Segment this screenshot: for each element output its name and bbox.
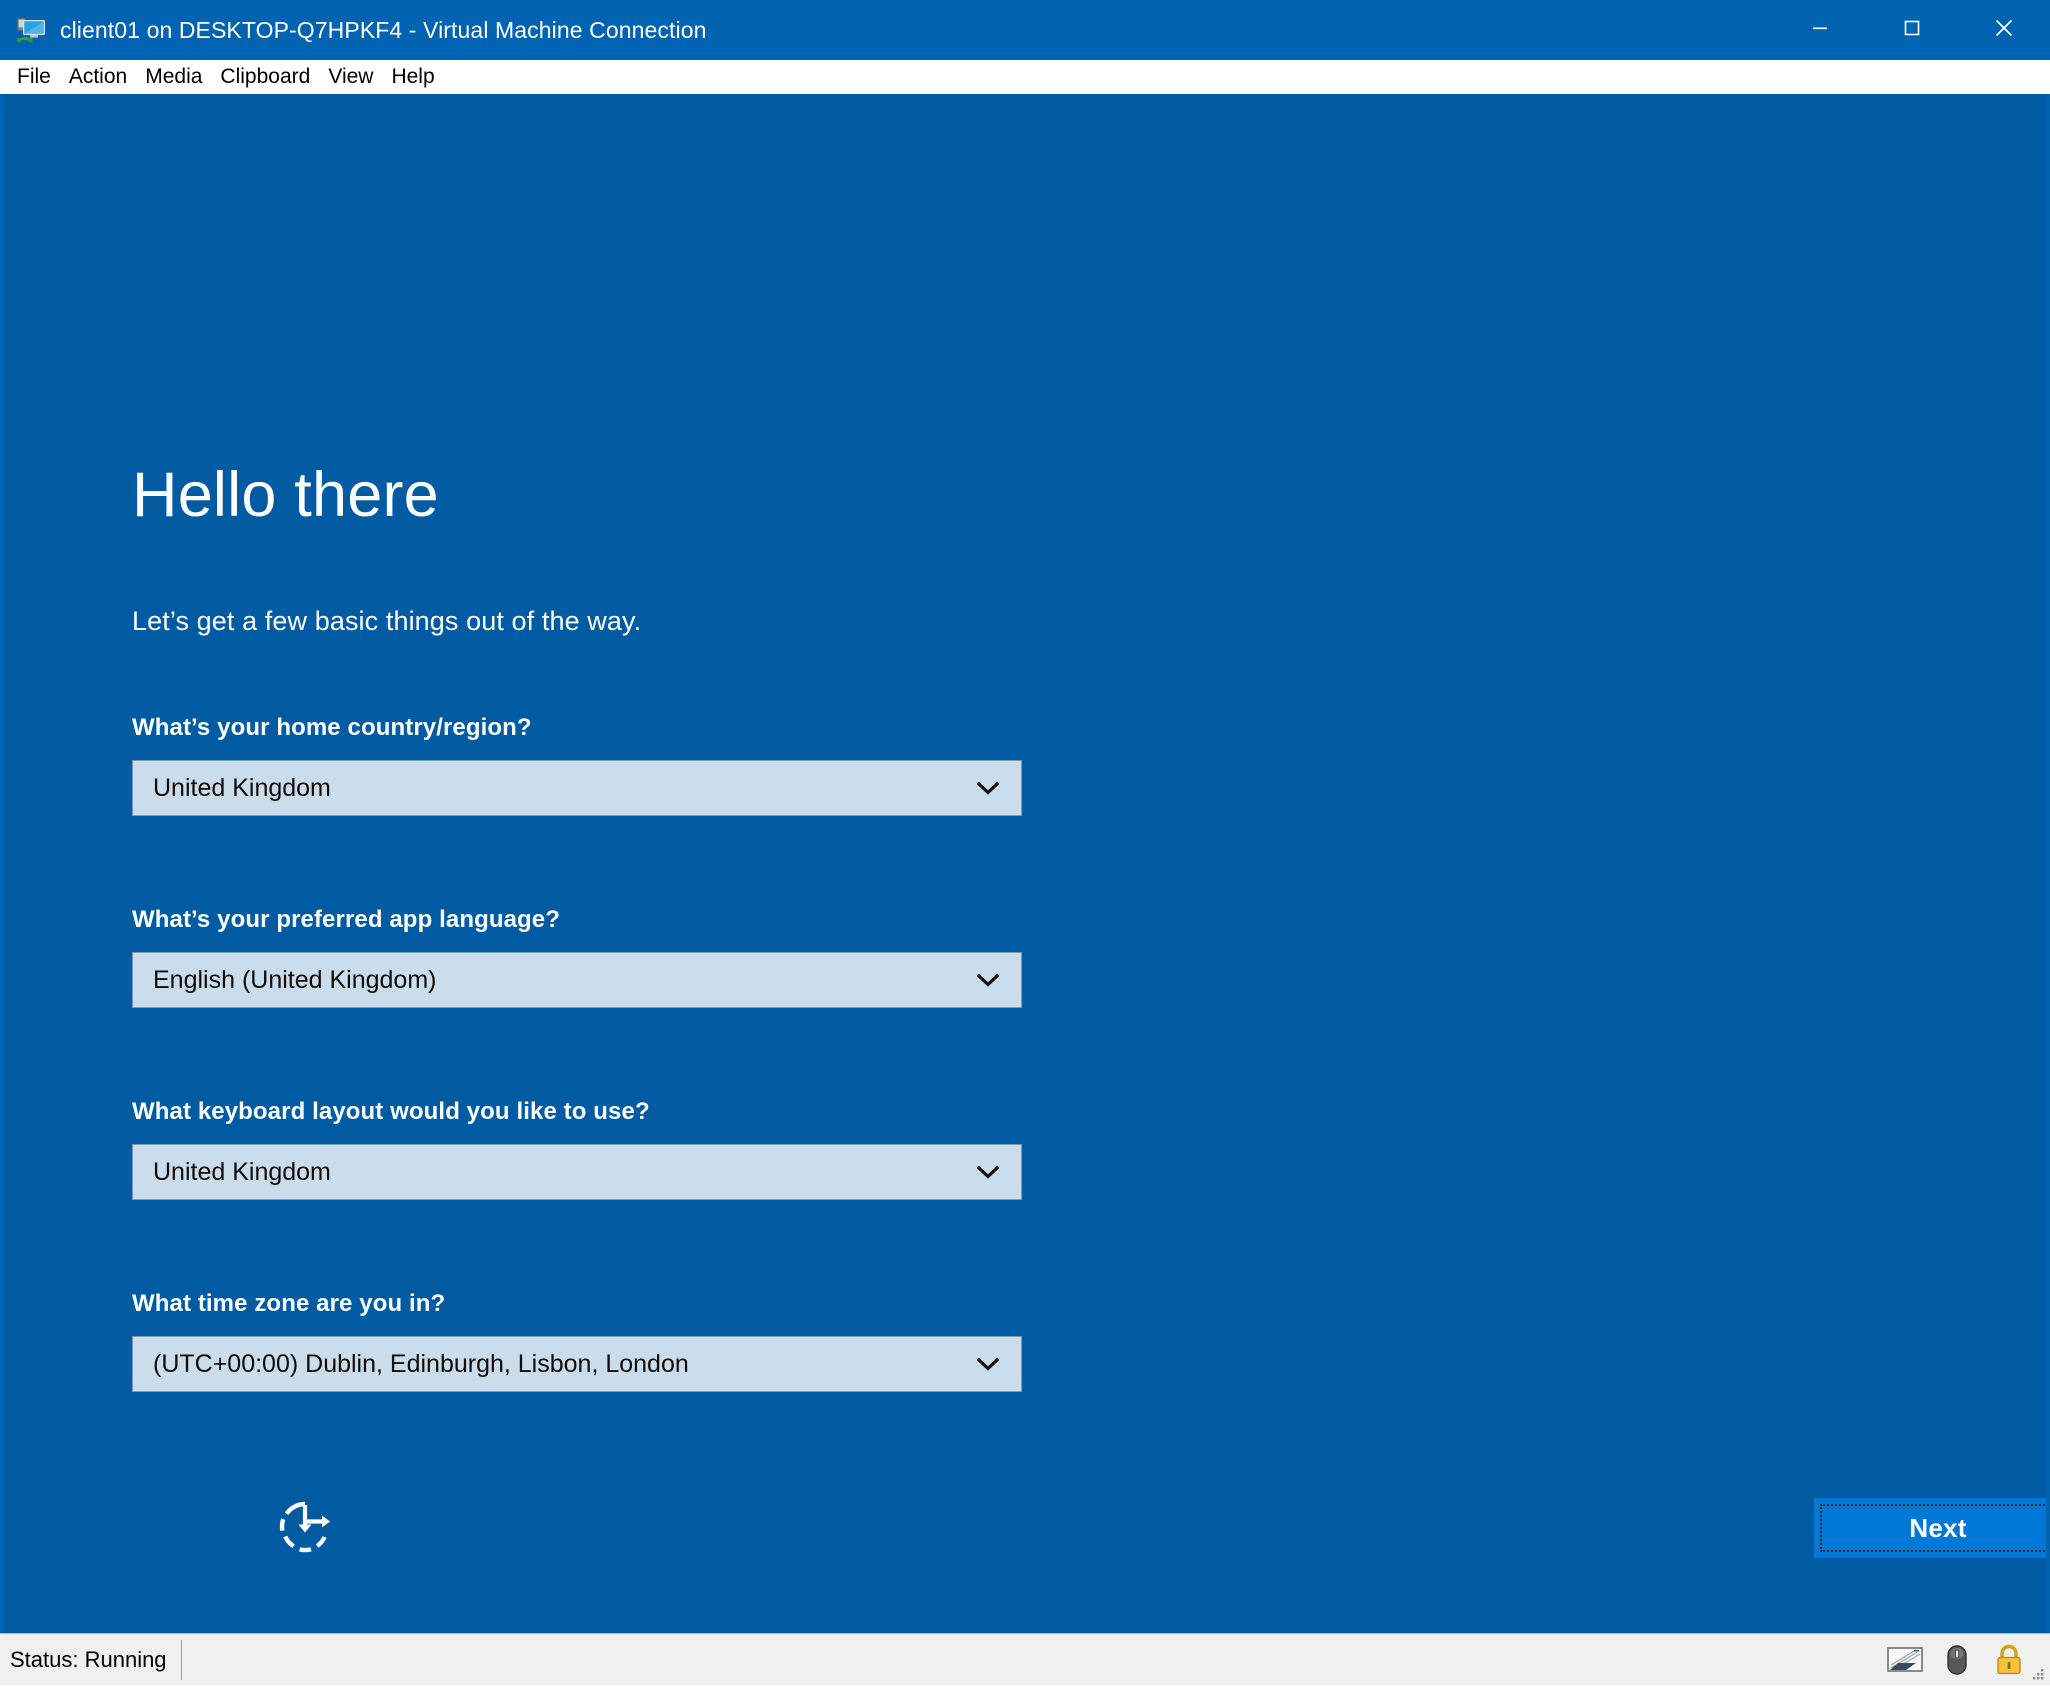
mouse-capture-icon[interactable] (1938, 1643, 1976, 1677)
menu-item-clipboard[interactable]: Clipboard (211, 63, 319, 91)
maximize-button[interactable] (1866, 0, 1958, 60)
chevron-down-icon (977, 1357, 999, 1371)
minimize-icon (1808, 16, 1832, 45)
chevron-down-icon (977, 973, 999, 987)
menu-item-file[interactable]: File (8, 63, 60, 91)
maximize-icon (1900, 16, 1924, 45)
keyboard-layout-value: United Kingdom (153, 1158, 331, 1187)
oobe-setup-screen: Hello there Let’s get a few basic things… (4, 94, 2046, 1633)
page-subtitle: Let’s get a few basic things out of the … (132, 606, 641, 637)
chevron-down-icon (977, 1165, 999, 1179)
next-button[interactable]: Next (1814, 1498, 2046, 1558)
keyboard-capture-icon[interactable] (1886, 1643, 1924, 1677)
ease-of-access-icon (274, 1545, 336, 1562)
menu-item-view[interactable]: View (319, 63, 382, 91)
country-region-value: United Kingdom (153, 774, 331, 803)
time-zone-dropdown[interactable]: (UTC+00:00) Dublin, Edinburgh, Lisbon, L… (132, 1336, 1022, 1392)
ease-of-access-button[interactable] (274, 1496, 336, 1558)
minimize-button[interactable] (1774, 0, 1866, 60)
title-bar: client01 on DESKTOP-Q7HPKF4 - Virtual Ma… (0, 0, 2050, 60)
menu-bar: File Action Media Clipboard View Help (0, 60, 2050, 94)
virtual-machine-icon (16, 16, 48, 44)
label-app-language: What’s your preferred app language? (132, 906, 1022, 934)
menu-item-media[interactable]: Media (136, 63, 211, 91)
next-button-label: Next (1909, 1513, 1966, 1544)
close-button[interactable] (1958, 0, 2050, 60)
label-country-region: What’s your home country/region? (132, 714, 1022, 742)
label-keyboard-layout: What keyboard layout would you like to u… (132, 1098, 1022, 1126)
time-zone-value: (UTC+00:00) Dublin, Edinburgh, Lisbon, L… (153, 1350, 689, 1379)
resize-grip-icon[interactable] (2030, 1666, 2046, 1682)
window-title: client01 on DESKTOP-Q7HPKF4 - Virtual Ma… (60, 17, 707, 44)
app-language-value: English (United Kingdom) (153, 966, 436, 995)
field-group-keyboard-layout: What keyboard layout would you like to u… (132, 1098, 1022, 1200)
field-group-time-zone: What time zone are you in? (UTC+00:00) D… (132, 1290, 1022, 1392)
chevron-down-icon (977, 781, 999, 795)
lock-icon[interactable] (1990, 1643, 2028, 1677)
menu-item-action[interactable]: Action (60, 63, 136, 91)
status-text: Status: Running (0, 1640, 182, 1680)
status-bar-icons (1886, 1634, 2028, 1686)
window-controls (1774, 0, 2050, 60)
keyboard-layout-dropdown[interactable]: United Kingdom (132, 1144, 1022, 1200)
field-group-app-language: What’s your preferred app language? Engl… (132, 906, 1022, 1008)
close-icon (1991, 15, 2017, 46)
page-title: Hello there (132, 464, 439, 527)
country-region-dropdown[interactable]: United Kingdom (132, 760, 1022, 816)
virtual-machine-connection-window: client01 on DESKTOP-Q7HPKF4 - Virtual Ma… (0, 0, 2050, 1685)
menu-item-help[interactable]: Help (382, 63, 443, 91)
field-group-country-region: What’s your home country/region? United … (132, 714, 1022, 816)
label-time-zone: What time zone are you in? (132, 1290, 1022, 1318)
status-bar: Status: Running (0, 1633, 2050, 1685)
app-language-dropdown[interactable]: English (United Kingdom) (132, 952, 1022, 1008)
vm-viewport: Hello there Let’s get a few basic things… (0, 94, 2050, 1633)
